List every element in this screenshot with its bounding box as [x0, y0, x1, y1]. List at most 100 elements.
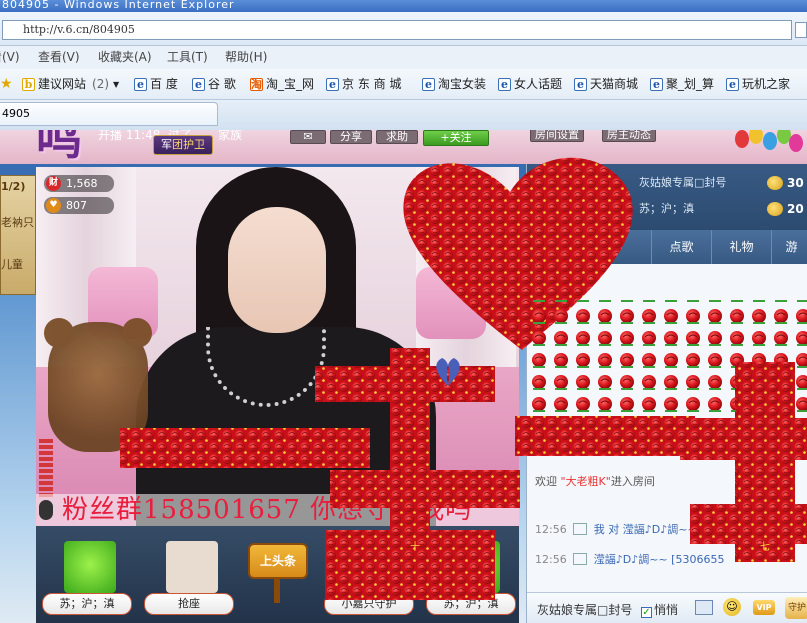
favorites-star-icon[interactable]: ★ — [0, 76, 13, 93]
teddy-bear — [44, 318, 152, 452]
check-icon: ✓ — [641, 607, 652, 618]
window-title: 804905 - Windows Internet Explorer — [0, 0, 807, 12]
wealth-stat: 财 1,568 — [44, 175, 114, 192]
ie-page-icon: e — [650, 78, 663, 91]
start-time: 开播 11:48 — [98, 130, 161, 142]
url-input[interactable]: http://v.6.cn/804905 — [2, 20, 792, 40]
alien-avatar — [64, 541, 116, 593]
tab-room[interactable]: 4905 — [0, 102, 218, 126]
menu-help[interactable]: 帮助(H) — [225, 46, 267, 69]
fav-taobao[interactable]: 淘淘_宝_网 — [250, 76, 314, 93]
image-icon[interactable] — [695, 600, 713, 615]
welcome-prefix: 欢迎 — [535, 475, 557, 488]
guard-slot[interactable]: 苏；沪；滇 — [426, 541, 516, 619]
ie-page-icon: e — [192, 78, 205, 91]
pillow — [416, 267, 486, 339]
chat-tabs: 点歌 礼物 游 — [527, 230, 807, 264]
menu-view[interactable]: 查看(V) — [38, 46, 80, 69]
suggest-count: (2) — [92, 77, 110, 91]
fav-women-topics[interactable]: e 女人话题 — [498, 76, 562, 93]
room-toolbar: 开播 11:48 过了 家族 ✉ 分享 求助 +关注 房间设置 房主动态 军团护… — [0, 130, 807, 164]
menu-view-partial[interactable]: 看(V) — [0, 46, 20, 69]
fav-jd[interactable]: e京 东 商 城 — [326, 76, 401, 93]
fav-label: 谷 歌 — [208, 77, 236, 91]
left-item[interactable]: 老衲只 — [1, 214, 34, 230]
tab-gifts[interactable]: 礼物 — [711, 230, 771, 264]
chat-target-select[interactable]: 灰姑娘专属□封号 — [537, 601, 632, 618]
volume-meter — [39, 439, 53, 499]
host-logo: 鸣 — [36, 130, 82, 165]
chevron-down-icon: ▼ — [113, 80, 120, 89]
chat-time: 12:56 — [535, 553, 567, 566]
tab-songs[interactable]: 点歌 — [651, 230, 711, 264]
page-indicator: 1/2) — [1, 180, 26, 193]
welcome-message: 欢迎 "大老粗K"进入房间 — [535, 474, 655, 490]
guard-row: 苏；沪；滇 抢座 上头条 小嘉只守护 苏；沪；滇 — [36, 526, 519, 623]
follow-button[interactable]: +关注 — [423, 130, 489, 146]
fans-stat: ♥ 807 — [44, 197, 114, 214]
rank-name[interactable]: 苏；沪；滇 — [639, 196, 694, 222]
fav-label: 淘宝女装 — [438, 77, 487, 91]
refresh-button[interactable] — [795, 22, 807, 38]
fav-wanji[interactable]: e 玩机之家 — [726, 76, 790, 93]
wealth-value: 1,568 — [66, 177, 98, 190]
welcome-suffix: 进入房间 — [610, 475, 655, 488]
balloons-decor — [733, 130, 803, 166]
help-button[interactable]: 求助 — [376, 130, 418, 144]
fav-label: 女人话题 — [514, 77, 563, 91]
tab-bar: 4905 — [0, 100, 807, 130]
fav-baidu[interactable]: e百 度 — [134, 76, 178, 93]
headline-badge[interactable]: 上头条 — [248, 543, 308, 579]
vip-icon[interactable]: VIP — [753, 600, 775, 615]
left-item[interactable]: 儿童 — [1, 256, 23, 272]
guard-slot[interactable]: 抢座 — [144, 541, 234, 619]
chat-tail: [5306655 — [671, 553, 725, 566]
guard-icon[interactable]: 守护 — [785, 597, 807, 619]
video-stream[interactable]: 财 1,568 ♥ 807 粉丝群158501657 你想守护我吗 苏；沪；滇 — [36, 167, 519, 623]
badge-pole — [274, 579, 280, 603]
guard-tag-prefix: 军 — [161, 138, 172, 151]
menu-bar: 看(V) 查看(V) 收藏夹(A) 工具(T) 帮助(H) — [0, 46, 807, 69]
menu-favorites[interactable]: 收藏夹(A) — [98, 46, 152, 69]
guard-slot[interactable]: 小嘉只守护 — [324, 541, 414, 619]
fav-taobao-women[interactable]: e 淘宝女装 — [422, 76, 486, 93]
fans-value: 807 — [66, 199, 87, 212]
fav-label: 玩机之家 — [742, 77, 791, 91]
browser-window: 804905 - Windows Internet Explorer 6 htt… — [0, 0, 807, 623]
whisper-toggle[interactable]: ✓ 悄悄 — [641, 601, 678, 618]
rank-name[interactable]: 灰姑娘专属□封号 — [639, 170, 726, 196]
fav-label: 淘_宝_网 — [266, 77, 315, 91]
chat-log[interactable]: 欢迎 "大老粗K"进入房间 12:56 我 对 滢諨♪D♪調~~ [530 12… — [527, 264, 807, 594]
welcome-user[interactable]: "大老粗K" — [561, 475, 611, 488]
rank-value: 20 — [787, 202, 804, 216]
room-settings-button[interactable]: 房间设置 — [530, 130, 584, 142]
chat-user[interactable]: 滢諨♪D♪調~~ — [623, 523, 697, 536]
chat-panel: 灰姑娘专属□封号 30 苏；沪；滇 20 点歌 礼物 游 欢迎 "大老粗K"进入… — [526, 164, 807, 623]
fav-juhuasuan[interactable]: e 聚_划_算 — [650, 76, 714, 93]
smiley-icon[interactable]: ☺ — [723, 598, 741, 616]
host-dynamic-button[interactable]: 房主动态 — [602, 130, 656, 142]
fav-google[interactable]: e谷 歌 — [192, 76, 236, 93]
wealth-icon: 财 — [46, 176, 61, 191]
coin-icon — [767, 202, 783, 216]
stream-page: 开播 11:48 过了 家族 ✉ 分享 求助 +关注 房间设置 房主动态 军团护… — [0, 130, 807, 623]
alien-avatar — [448, 541, 500, 593]
guard-tag[interactable]: 军团护卫 — [153, 135, 213, 155]
mic-icon[interactable] — [39, 500, 53, 520]
left-rank-panel: 1/2) 老衲只 儿童 — [0, 175, 36, 295]
guard-name: 小嘉只守护 — [324, 593, 414, 615]
guard-name: 苏；沪；滇 — [426, 593, 516, 615]
guard-slot[interactable]: 苏；沪；滇 — [42, 541, 132, 619]
menu-tools[interactable]: 工具(T) — [167, 46, 208, 69]
rank-value: 30 — [787, 176, 804, 190]
tab-games[interactable]: 游 — [771, 230, 807, 264]
chat-input-bar: 灰姑娘专属□封号 ✓ 悄悄 ☺ VIP 守护 — [527, 592, 807, 623]
chat-user[interactable]: 滢諨♪D♪調~~ — [594, 553, 668, 566]
share-button[interactable]: 分享 — [330, 130, 372, 144]
suggest-label: 建议网站 — [38, 77, 87, 91]
grab-seat[interactable]: 抢座 — [144, 593, 234, 615]
favorites-bar: ★ b 建议网站 (2) ▼ e百 度 e谷 歌 淘淘_宝_网 e京 东 商 城… — [0, 69, 807, 100]
message-icon[interactable]: ✉ — [290, 130, 326, 144]
suggested-sites[interactable]: b 建议网站 (2) ▼ — [22, 76, 119, 93]
fav-tmall[interactable]: e 天猫商城 — [574, 76, 638, 93]
